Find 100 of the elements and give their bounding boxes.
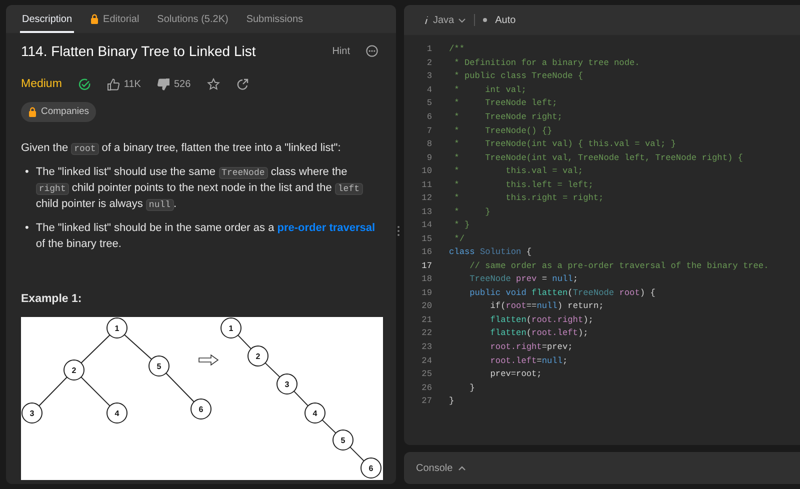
line-number: 5 [426, 97, 433, 110]
code-line: * this.left = left; [453, 178, 594, 192]
line-number: 3 [426, 70, 433, 84]
code-line: * Definition for a binary tree node. [453, 56, 640, 70]
tab[interactable]: Description [14, 5, 80, 33]
mode-label: Auto [495, 14, 516, 28]
tree-node: 2 [64, 360, 84, 381]
tree-edge [80, 376, 110, 407]
tree-node: 5 [332, 430, 354, 451]
tree-edge [80, 334, 110, 364]
companies-tag[interactable]: Companies [21, 102, 96, 122]
hint-button[interactable]: Hint [332, 44, 350, 59]
code-line: /** [448, 43, 464, 56]
code-line: } [448, 395, 454, 408]
tree-edge [264, 362, 280, 378]
language-dropdown[interactable]: Java [424, 12, 466, 28]
lock-icon [90, 14, 100, 24]
code-line: class Solution { [448, 246, 532, 260]
line-number: 27 [420, 395, 433, 408]
code-line: prev=root; [489, 368, 542, 381]
tree-edge [165, 373, 195, 403]
bullet-text: The "linked list" should be in the same order as a pre-order traversal of the binary tree. [36, 220, 376, 252]
tree-node: 6 [190, 398, 212, 420]
code-line: * int val; [453, 84, 526, 97]
code-line: * this.val = val; [453, 165, 584, 178]
line-number: 19 [420, 286, 433, 300]
code-line: */ [453, 232, 464, 246]
line-number: 8 [426, 138, 433, 151]
line-number: 14 [420, 219, 433, 232]
code-line: * } [453, 219, 470, 232]
code-line: // same order as a pre-order traversal of the binary tree. [468, 260, 769, 273]
code-line: * TreeNode() {} [453, 124, 552, 138]
line-number: 24 [420, 354, 433, 368]
code-line: } [468, 382, 475, 394]
code-line: root.left=null; [489, 354, 568, 368]
code-line: flatten(root.right); [489, 314, 594, 327]
description-text: Given the root of a binary tree, flatten the tree into a "linked list": [21, 141, 342, 157]
line-number: 20 [420, 300, 433, 314]
line-number: 22 [420, 327, 433, 340]
line-number: 23 [420, 341, 433, 354]
bullet-marker: • [25, 164, 29, 180]
line-number: 2 [426, 56, 433, 70]
line-number: 21 [420, 314, 433, 327]
code-line: * this.right = right; [453, 192, 604, 206]
code-line: if(root==null) return; [489, 300, 604, 314]
code-line: flatten(root.left); [489, 327, 588, 340]
tree-node: 6 [360, 458, 382, 479]
code-line: * } [453, 206, 490, 219]
tree-node: 1 [220, 318, 242, 339]
line-number: 26 [420, 382, 433, 394]
code-line: * TreeNode(int val, TreeNode left, TreeNode right) { [453, 152, 743, 164]
link[interactable]: pre-order traversal [277, 222, 376, 234]
code-line: * public class TreeNode { [453, 70, 584, 84]
language-icon [424, 15, 429, 25]
share-icon[interactable] [236, 78, 249, 91]
tree-edge [293, 391, 309, 407]
tree-edge [237, 335, 252, 350]
code-line: root.right=prev; [489, 341, 573, 354]
dot-icon [483, 18, 488, 22]
console-button[interactable]: Console [416, 460, 466, 476]
tree-node: 4 [304, 402, 326, 424]
line-number: 11 [420, 178, 433, 192]
tree-node: 4 [106, 402, 128, 424]
tab[interactable]: Solutions (5.2K) [149, 5, 236, 33]
line-number: 13 [420, 206, 433, 219]
example-heading: Example 1: [21, 292, 83, 307]
dislike-button[interactable]: 526 [156, 76, 191, 92]
tab[interactable]: Submissions [238, 5, 312, 33]
like-button[interactable]: 11K [106, 76, 141, 92]
star-icon[interactable] [206, 78, 220, 91]
chevron-down-icon [458, 18, 466, 22]
tree-edge [350, 446, 364, 462]
line-number: 18 [420, 273, 433, 286]
tree-edge [124, 334, 152, 360]
tree-edge [38, 377, 68, 407]
tab[interactable]: Editorial [82, 5, 148, 33]
thumbs-down-icon [156, 78, 170, 91]
tree-node: 3 [22, 402, 42, 424]
line-number: 16 [420, 246, 433, 260]
line-number: 4 [426, 84, 433, 97]
line-number: 17 [420, 260, 433, 273]
line-number: 12 [420, 192, 433, 206]
line-number: 9 [426, 152, 433, 164]
thumbs-up-icon [106, 78, 120, 91]
line-number: 25 [420, 368, 433, 381]
line-number: 10 [420, 165, 433, 178]
code-line: * TreeNode left; [453, 97, 558, 110]
bullet-marker: • [25, 220, 29, 236]
tree-node: 2 [248, 346, 268, 367]
tree-edge [322, 420, 336, 434]
code-line: * TreeNode(int val) { this.val = val; } [453, 138, 676, 151]
line-number: 6 [426, 110, 433, 124]
code-line: public void flatten(TreeNode root) { [468, 286, 656, 300]
more-icon[interactable] [366, 45, 378, 58]
resize-handle-icon[interactable] [397, 225, 400, 237]
lock-icon [28, 107, 37, 118]
code-line: * TreeNode right; [453, 110, 562, 124]
tree-node: 5 [148, 356, 170, 377]
tree-node: 3 [276, 374, 298, 395]
bullet-text: The "linked list" should use the same TreeNode class where the right child pointer points to the next node in the list and the left child pointer is always null . [36, 164, 382, 213]
